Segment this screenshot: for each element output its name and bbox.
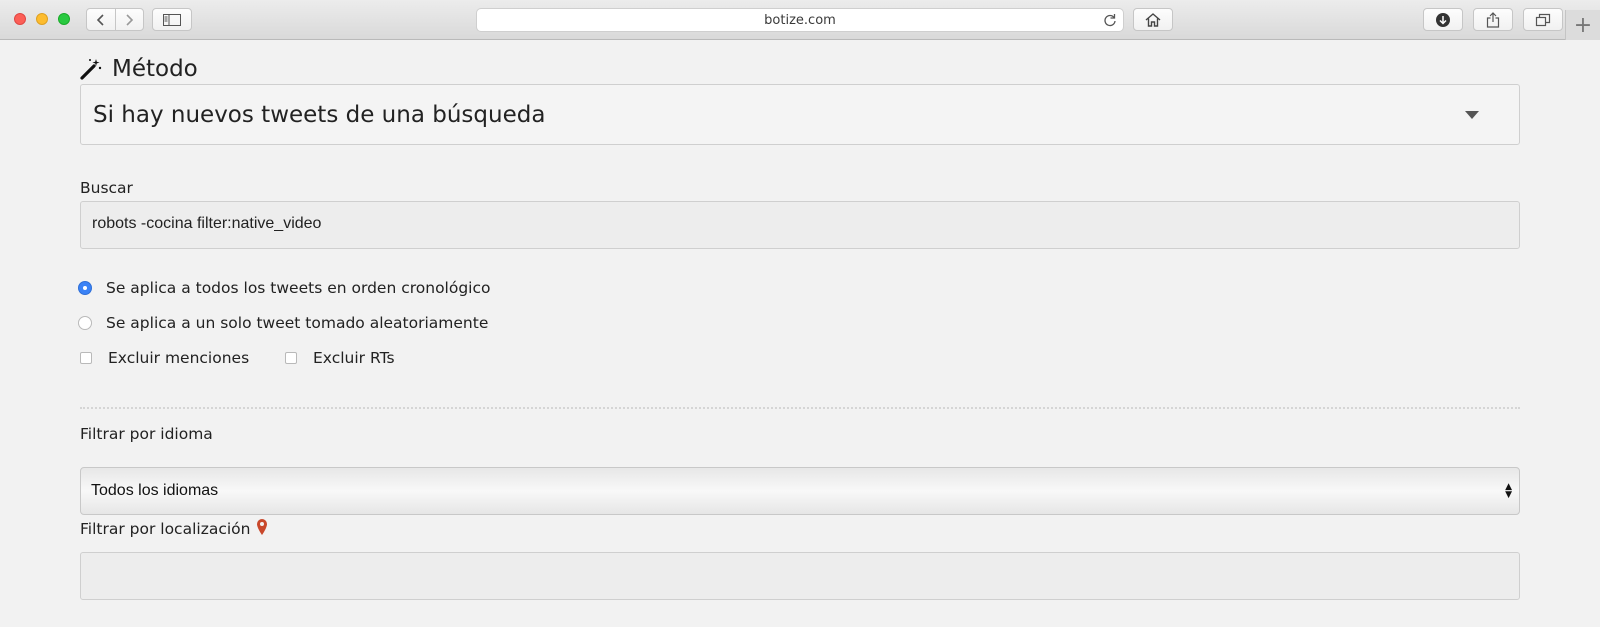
minimize-window-button[interactable] [36,13,48,25]
magic-wand-icon [80,59,102,80]
new-tab-button[interactable]: + [1565,10,1600,40]
reload-button[interactable] [1103,12,1117,31]
method-select[interactable]: Si hay nuevos tweets de una búsqueda [80,84,1520,145]
forward-button[interactable] [114,9,144,30]
search-label: Buscar [80,179,133,197]
home-button[interactable] [1133,8,1173,31]
back-button[interactable] [87,9,115,30]
exclude-mentions-checkbox[interactable] [80,352,92,364]
browser-toolbar: botize.com + [0,0,1600,40]
map-pin-icon [257,519,268,535]
tabs-icon [1535,13,1551,26]
caret-down-icon [1465,111,1479,119]
sidebar-icon [163,13,181,26]
home-icon [1145,12,1161,27]
share-button[interactable] [1473,8,1513,31]
apply-random-label: Se aplica a un solo tweet tomado aleator… [106,314,489,332]
downloads-button[interactable] [1423,8,1463,31]
apply-all-label: Se aplica a todos los tweets en orden cr… [106,279,491,297]
language-label: Filtrar por idioma [80,425,213,443]
exclude-rts-label: Excluir RTs [313,349,395,367]
method-label: Método [112,56,198,82]
apply-random-radio[interactable] [78,316,92,330]
section-divider [80,407,1520,409]
apply-all-radio[interactable] [78,281,92,295]
chevron-left-icon [96,13,104,26]
address-url: botize.com [764,13,836,28]
reload-icon [1104,14,1116,27]
location-label-row: Filtrar por localización [80,518,268,538]
language-select[interactable]: Todos los idiomas ▲ ▼ [80,467,1520,515]
close-window-button[interactable] [14,13,26,25]
exclude-mentions-label: Excluir menciones [108,349,250,367]
method-heading: Método [80,56,198,82]
address-bar[interactable]: botize.com [476,8,1124,32]
method-selected-value: Si hay nuevos tweets de una búsqueda [93,102,546,128]
share-icon [1486,11,1500,28]
exclude-rts-checkbox[interactable] [285,352,297,364]
select-arrows-icon: ▲ ▼ [1505,482,1512,500]
search-input-value: robots -cocina filter:native_video [92,215,322,232]
history-nav [86,8,144,31]
chevron-right-icon [126,13,134,26]
exclude-rts-option[interactable]: Excluir RTs [285,349,395,367]
plus-icon: + [1573,12,1593,38]
tab-overview-button[interactable] [1523,8,1563,31]
apply-random-option[interactable]: Se aplica a un solo tweet tomado aleator… [78,314,488,332]
zoom-window-button[interactable] [58,13,70,25]
sidebar-button[interactable] [152,8,192,31]
exclude-mentions-option[interactable]: Excluir menciones [80,349,249,367]
location-input[interactable] [80,552,1520,600]
location-label: Filtrar por localización [80,520,251,538]
apply-all-option[interactable]: Se aplica a todos los tweets en orden cr… [78,279,491,297]
download-icon [1436,12,1450,27]
search-input[interactable]: robots -cocina filter:native_video [80,201,1520,249]
language-selected-value: Todos los idiomas [91,482,219,499]
